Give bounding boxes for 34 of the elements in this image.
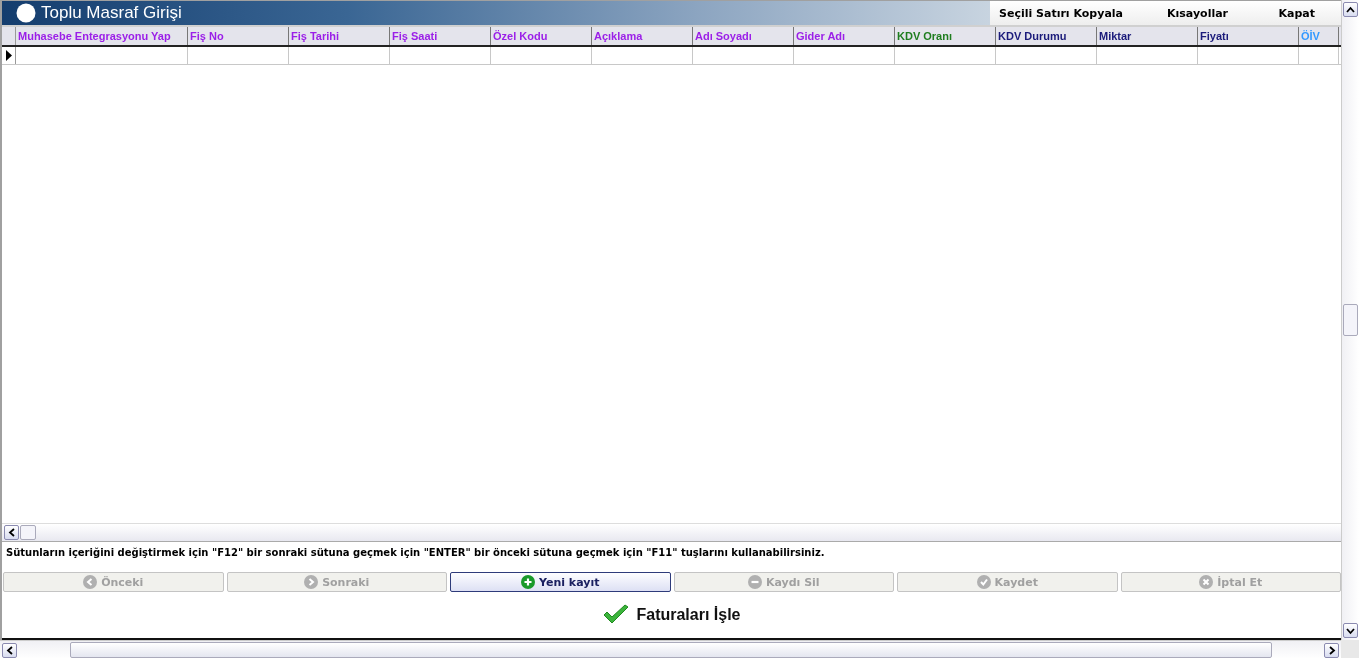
circle-icon	[16, 3, 36, 23]
scroll-thumb[interactable]	[20, 525, 36, 540]
scrollbar-corner	[1341, 640, 1359, 658]
column-header[interactable]: Fiş Saati	[390, 27, 491, 45]
column-header[interactable]: Muhasebe Entegrasyonu Yap	[16, 27, 188, 45]
column-header[interactable]: KDV Durumu	[996, 27, 1097, 45]
column-header[interactable]: Açıklama	[592, 27, 693, 45]
column-header[interactable]: Fiyatı	[1198, 27, 1299, 45]
cross-icon	[1199, 575, 1214, 589]
scroll-thumb[interactable]	[69, 642, 1272, 658]
hint-text: Sütunların içeriğini değiştirmek için "F12" bir sonraki sütuna geçmek için "ENTER" bir önceki sütuna geçmek için "F11" tuşlarını kullanabilirsiniz.	[5, 546, 826, 560]
column-header[interactable]: Miktar	[1097, 27, 1198, 45]
column-header[interactable]: KDV Oranı	[895, 27, 996, 45]
check-icon	[602, 604, 631, 626]
horizontal-scrollbar[interactable]	[2, 523, 1341, 542]
scroll-thumb[interactable]	[1343, 304, 1358, 336]
window-title: Toplu Masraf Girişi	[41, 3, 182, 23]
menu-item[interactable]: Seçili Satırı Kopyala	[995, 6, 1127, 20]
bottom-scrollbar[interactable]	[0, 640, 1341, 658]
menu-item[interactable]: Kapat	[1274, 6, 1319, 20]
vertical-scrollbar[interactable]	[1341, 0, 1359, 640]
process-invoices-button[interactable]: Faturaları İşle	[602, 604, 741, 626]
column-header[interactable]: Adı Soyadı	[693, 27, 794, 45]
check-icon	[976, 575, 991, 589]
column-header[interactable]: Özel Kodu	[491, 27, 592, 45]
row-pointer-icon	[5, 50, 13, 61]
column-header[interactable]: Gider Adı	[794, 27, 895, 45]
action-button[interactable]: Yeni kayıt	[450, 572, 671, 592]
plus-icon	[521, 575, 535, 589]
column-header[interactable]: Fiş Tarihi	[289, 27, 390, 45]
column-header[interactable]: ÖİV	[1299, 27, 1339, 45]
menu-item[interactable]: Kısayollar	[1163, 6, 1233, 20]
column-header[interactable]: Fiş No	[188, 27, 289, 45]
minus-icon	[747, 575, 762, 589]
